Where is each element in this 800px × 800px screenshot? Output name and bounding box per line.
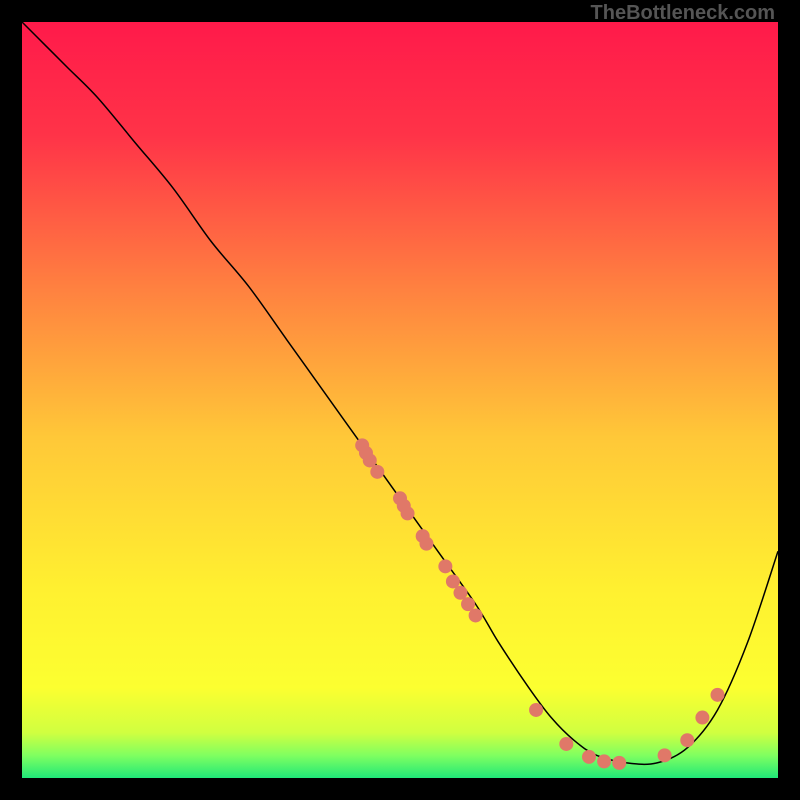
chart-background (22, 22, 778, 778)
data-point (559, 737, 573, 751)
watermark-text: TheBottleneck.com (591, 2, 775, 25)
data-point (658, 748, 672, 762)
data-point (370, 465, 384, 479)
data-point (419, 537, 433, 551)
data-point (469, 608, 483, 622)
chart-container (22, 22, 778, 778)
data-point (680, 733, 694, 747)
chart-plot (22, 22, 778, 778)
data-point (612, 756, 626, 770)
data-point (695, 711, 709, 725)
data-point (438, 559, 452, 573)
data-point (401, 506, 415, 520)
data-point (529, 703, 543, 717)
data-point (711, 688, 725, 702)
data-point (597, 754, 611, 768)
data-point (582, 750, 596, 764)
